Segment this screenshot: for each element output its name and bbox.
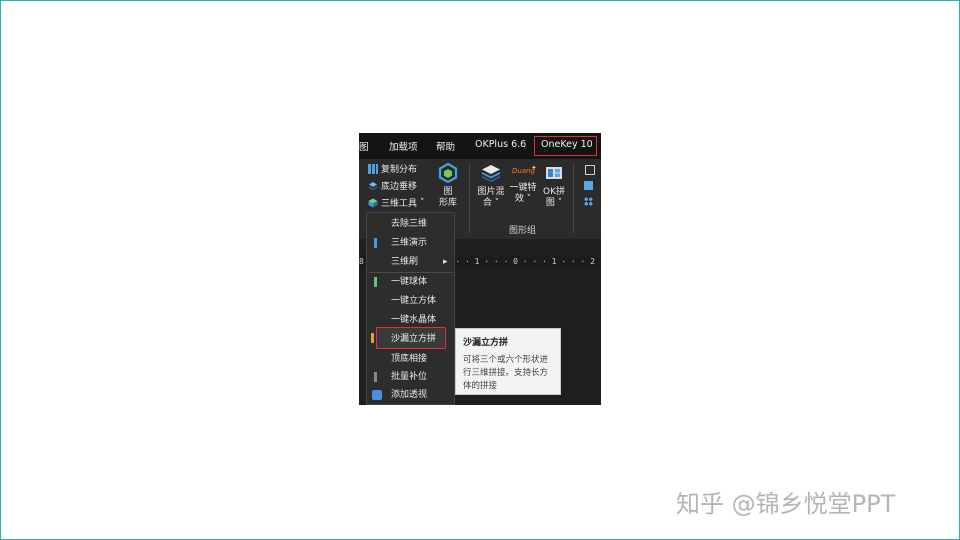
menu-item-label: 添加透视	[391, 390, 428, 400]
bottom-edge-label: 底边垂移	[381, 182, 418, 192]
menu-item-batch-fill[interactable]: 批量补位	[367, 368, 455, 386]
sphere-icon	[374, 277, 377, 287]
menu-item-label: 沙漏立方拼	[391, 334, 437, 344]
hourglass-icon	[371, 333, 374, 343]
copy-distribute-button[interactable]: 复制分布	[368, 162, 417, 175]
layers-icon	[368, 181, 378, 191]
menu-item-addins[interactable]: 加载项	[389, 139, 418, 153]
menu-item-hourglass-cube[interactable]: 沙漏立方拼	[371, 327, 446, 349]
grid-icon[interactable]	[584, 197, 593, 206]
copy-distribute-icon	[368, 163, 378, 174]
bottom-edge-button[interactable]: 底边垂移	[368, 179, 417, 192]
menu-item-label: 三维刷	[391, 257, 419, 267]
image-blend-line2: 合 ˅	[482, 198, 500, 208]
image-blend-button[interactable]: 图片混 合 ˅	[476, 163, 506, 209]
group-divider	[469, 163, 470, 233]
menu-item-label: 批量补位	[391, 372, 428, 382]
graphic-library-line2: 形库	[438, 198, 457, 208]
copy-distribute-label: 复制分布	[381, 165, 418, 175]
one-key-effect-line2: 效 ˅	[514, 194, 532, 204]
3d-demo-icon	[374, 238, 377, 248]
menu-item-label: 一键球体	[391, 277, 428, 287]
menu-item-add-perspective[interactable]: 添加透视	[367, 386, 455, 404]
3d-tools-dropdown: 去除三维 三维演示 三维刷 ▸ 一键球体 一键立方体 一键水晶体 批量补位 顶底…	[366, 212, 455, 405]
ok-collage-line1: OK拼	[543, 187, 565, 197]
menu-item-label: 顶底相接	[391, 354, 428, 364]
one-key-effect-button[interactable]: Duang ✦ 一键特 效 ˅	[507, 163, 539, 205]
ok-collage-button[interactable]: OK拼 图 ˅	[540, 163, 568, 209]
watermark: 知乎 @锦乡悦堂PPT	[676, 490, 896, 518]
batch-fill-icon	[374, 372, 377, 382]
ok-collage-line2: 图 ˅	[545, 198, 563, 208]
menu-item-3d-brush[interactable]: 三维刷 ▸	[367, 253, 455, 271]
stack-icon	[482, 165, 500, 182]
menu-item-label: 去除三维	[391, 219, 428, 229]
menu-item-sphere[interactable]: 一键球体	[367, 273, 455, 291]
menu-bar: 图 加载项 帮助 OKPlus 6.6 OneKey 10	[359, 133, 601, 159]
3d-tools-label: 三维工具	[381, 199, 418, 209]
collage-icon	[546, 167, 562, 179]
group-label: 图形组	[509, 226, 537, 236]
menu-item-label: 三维演示	[391, 238, 428, 248]
menu-item-cube[interactable]: 一键立方体	[367, 292, 455, 310]
shape-icon[interactable]	[585, 165, 595, 175]
duang-icon: Duang ✦	[512, 164, 537, 175]
cube-icon	[368, 198, 378, 208]
menu-item-okplus[interactable]: OKPlus 6.6	[475, 139, 526, 150]
image-blend-line1: 图片混	[477, 187, 505, 197]
tooltip-title: 沙漏立方拼	[463, 338, 509, 348]
menu-item-help[interactable]: 帮助	[436, 139, 455, 153]
hexagon-icon	[438, 162, 458, 184]
menu-item-label: 一键立方体	[391, 296, 437, 306]
perspective-icon	[372, 390, 382, 400]
3d-tools-button[interactable]: 三维工具 ˅	[368, 196, 425, 209]
one-key-effect-line1: 一键特	[509, 183, 537, 193]
tooltip-body: 可将三个或六个形状进行三维拼接。支持长方体的拼接	[463, 355, 549, 391]
group-divider	[573, 163, 574, 233]
menu-item-3d-demo[interactable]: 三维演示	[367, 234, 455, 252]
tooltip: 沙漏立方拼 可将三个或六个形状进行三维拼接。支持长方体的拼接	[455, 328, 561, 395]
menu-item-top-bottom-join[interactable]: 顶底相接	[367, 350, 455, 368]
graphic-library-line1: 图	[443, 187, 453, 197]
menu-item-remove-3d[interactable]: 去除三维	[367, 215, 455, 233]
chevron-down-icon: ˅	[420, 197, 425, 208]
align-icon[interactable]	[584, 181, 593, 190]
graphic-library-button[interactable]: 图 形库	[435, 162, 461, 209]
submenu-arrow-icon: ▸	[443, 257, 448, 267]
onekey-highlight-box	[534, 136, 597, 156]
menu-item-image[interactable]: 图	[359, 139, 369, 153]
